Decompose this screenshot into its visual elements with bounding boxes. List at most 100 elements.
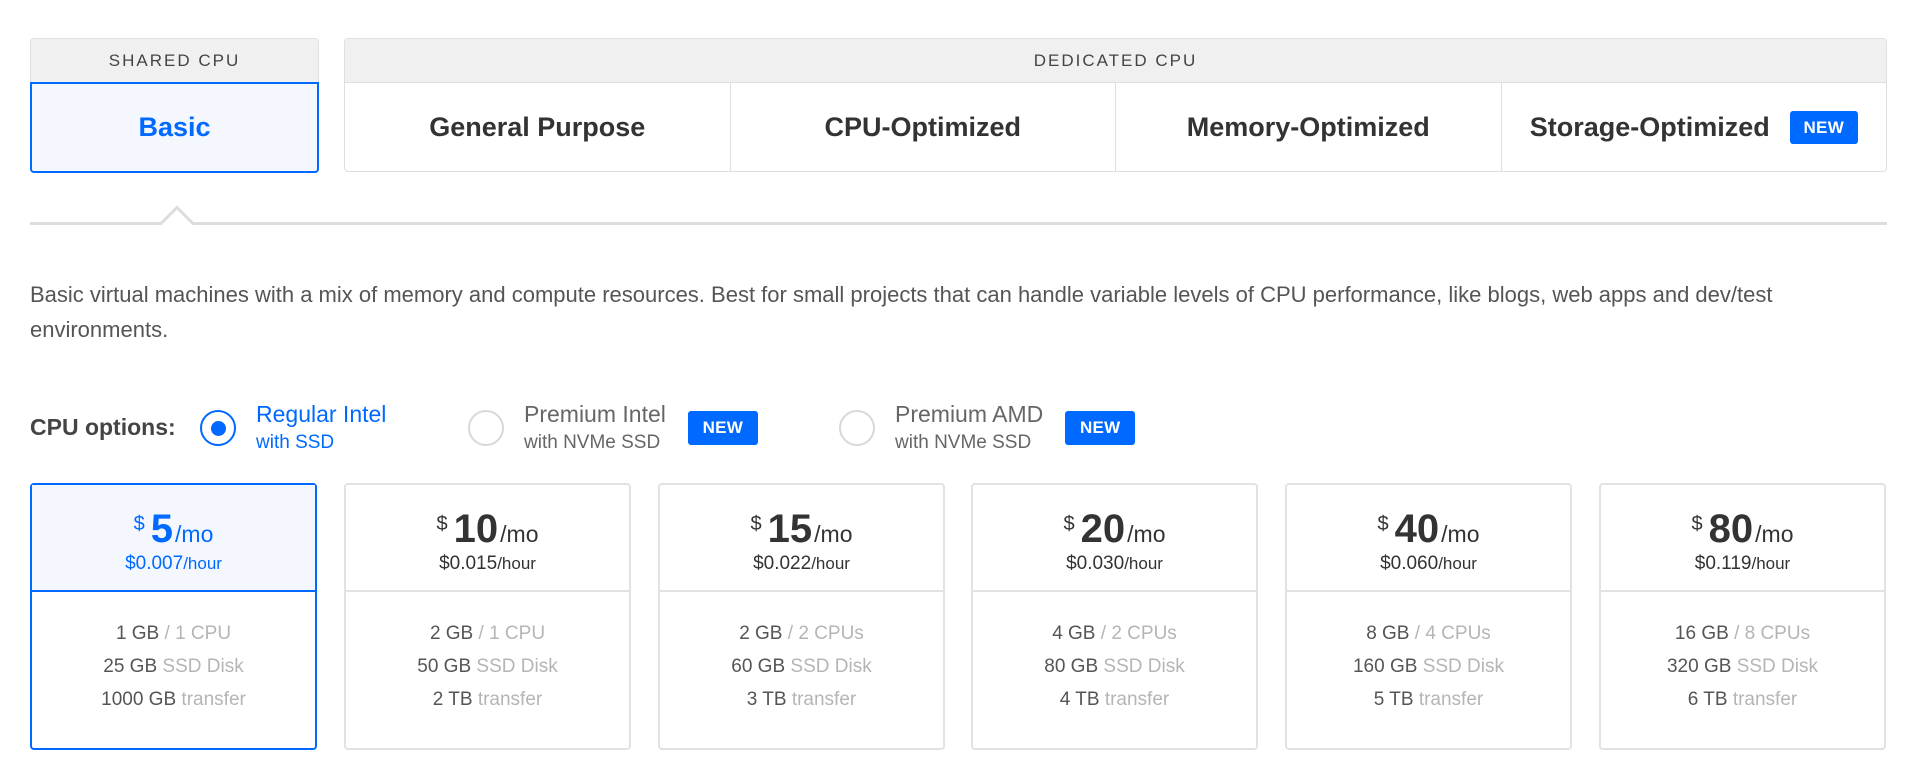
spec-memory-cpu: 4 GB / 2 CPUs [973,617,1256,650]
monthly-price-unit: /mo [1755,521,1794,547]
spec-transfer-label: transfer [181,689,246,710]
monthly-price: $ 10 /mo [346,509,629,549]
cpu-option-title: Premium Intel [524,401,666,427]
monthly-price-value: 20 [1080,507,1126,551]
spec-cpu: / 2 CPUs [1100,623,1177,644]
cpu-option-subtitle: with NVMe SSD [895,432,1032,453]
tab-storage-optimized[interactable]: Storage-Optimized NEW [1502,83,1887,172]
spec-disk: 160 GB [1352,656,1418,677]
spec-disk-label: SSD Disk [162,656,244,677]
spec-disk-row: 60 GB SSD Disk [660,650,943,683]
spec-transfer-row: 5 TB transfer [1287,683,1570,716]
currency-symbol: $ [1063,513,1075,535]
spec-cpu: / 8 CPUs [1734,623,1811,644]
hourly-price: $0.022/hour [660,553,943,575]
hourly-price-value: $0.060 [1380,553,1439,574]
dedicated-cpu-header: DEDICATED CPU [345,39,1886,83]
hourly-price-value: $0.022 [753,553,812,574]
spec-disk-row: 320 GB SSD Disk [1601,650,1884,683]
plan-card-specs: 1 GB / 1 CPU 25 GB SSD Disk 1000 GB tran… [32,592,315,716]
spec-cpu: / 1 CPU [164,623,232,644]
hourly-price-value: $0.007 [125,553,184,574]
plan-card-specs: 4 GB / 2 CPUs 80 GB SSD Disk 4 TB transf… [973,592,1256,716]
radio-unchecked-icon[interactable] [468,410,504,446]
monthly-price: $ 15 /mo [660,509,943,549]
plan-card-80[interactable]: $ 80 /mo $0.119/hour 16 GB / 8 CPUs 320 … [1599,483,1886,750]
tab-cpu-optimized[interactable]: CPU-Optimized [731,83,1116,172]
spec-cpu: / 4 CPUs [1414,623,1491,644]
spec-disk-label: SSD Disk [1736,656,1818,677]
hourly-price-unit: /hour [1124,554,1163,573]
cpu-option-premium-intel[interactable]: Premium Intel with NVMe SSD NEW [468,398,758,458]
plan-card-header: $ 15 /mo $0.022/hour [660,485,943,592]
monthly-price-unit: /mo [175,521,214,547]
monthly-price-unit: /mo [814,521,853,547]
spec-transfer-row: 4 TB transfer [973,683,1256,716]
tab-memory-optimized[interactable]: Memory-Optimized [1116,83,1502,172]
spec-disk-label: SSD Disk [790,656,872,677]
cpu-option-text: Regular Intel with SSD [256,399,386,457]
plan-card-10[interactable]: $ 10 /mo $0.015/hour 2 GB / 1 CPU 50 GB … [344,483,631,750]
radio-unchecked-icon[interactable] [839,410,875,446]
currency-symbol: $ [133,513,145,535]
dedicated-cpu-group: DEDICATED CPU General Purpose CPU-Optimi… [344,38,1887,172]
monthly-price-value: 80 [1708,507,1754,551]
hourly-price: $0.030/hour [973,553,1256,575]
spec-transfer-label: transfer [1732,689,1798,710]
spec-memory-cpu: 2 GB / 2 CPUs [660,617,943,650]
monthly-price-value: 10 [453,507,499,551]
spec-disk-label: SSD Disk [476,656,558,677]
monthly-price-unit: /mo [500,521,539,547]
plan-description: Basic virtual machines with a mix of mem… [30,282,1773,342]
divider-pointer [30,205,1887,225]
plan-card-specs: 16 GB / 8 CPUs 320 GB SSD Disk 6 TB tran… [1601,592,1884,716]
hourly-price-unit: /hour [1438,554,1477,573]
spec-disk-label: SSD Disk [1103,656,1185,677]
hourly-price: $0.007/hour [32,553,315,575]
plan-card-specs: 2 GB / 2 CPUs 60 GB SSD Disk 3 TB transf… [660,592,943,716]
cpu-option-subtitle: with SSD [256,432,335,453]
currency-symbol: $ [436,513,448,535]
tab-general-purpose[interactable]: General Purpose [345,83,731,172]
plan-card-20[interactable]: $ 20 /mo $0.030/hour 4 GB / 2 CPUs 80 GB… [971,483,1258,750]
spec-transfer: 3 TB [746,689,787,710]
cpu-option-text: Premium Intel with NVMe SSD [524,399,666,457]
spec-cpu: / 1 CPU [478,623,546,644]
tab-basic-label: Basic [138,112,211,142]
tab-basic[interactable]: Basic [30,82,319,173]
spec-transfer-label: transfer [477,689,543,710]
monthly-price-unit: /mo [1127,521,1166,547]
monthly-price-unit: /mo [1441,521,1480,547]
hourly-price: $0.060/hour [1287,553,1570,575]
plan-card-5[interactable]: $ 5 /mo $0.007/hour 1 GB / 1 CPU 25 GB S… [30,483,317,750]
tab-memory-optimized-label: Memory-Optimized [1186,112,1430,142]
hourly-price-unit: /hour [497,554,536,573]
cpu-option-title: Regular Intel [256,401,387,427]
tab-general-purpose-label: General Purpose [429,112,646,142]
monthly-price-value: 15 [767,507,813,551]
radio-checked-icon[interactable] [200,410,236,446]
cpu-option-title: Premium AMD [895,401,1044,427]
section-divider [30,205,1887,225]
spec-memory: 2 GB [739,623,783,644]
spec-transfer: 4 TB [1059,689,1100,710]
spec-disk: 60 GB [731,656,786,677]
plan-card-15[interactable]: $ 15 /mo $0.022/hour 2 GB / 2 CPUs 60 GB… [658,483,945,750]
hourly-price-unit: /hour [183,554,222,573]
tab-storage-optimized-label: Storage-Optimized [1529,112,1770,142]
radio-dot [210,420,226,436]
plan-card-40[interactable]: $ 40 /mo $0.060/hour 8 GB / 4 CPUs 160 G… [1285,483,1572,750]
spec-memory-cpu: 1 GB / 1 CPU [32,617,315,650]
cpu-option-subtitle: with NVMe SSD [524,432,661,453]
currency-symbol: $ [1377,513,1389,535]
dedicated-cpu-tabs: General Purpose CPU-Optimized Memory-Opt… [345,83,1886,172]
cpu-option-regular-intel[interactable]: Regular Intel with SSD [200,398,386,458]
cpu-option-premium-amd[interactable]: Premium AMD with NVMe SSD NEW [839,398,1136,458]
plan-card-header: $ 80 /mo $0.119/hour [1601,485,1884,592]
cpu-option-text: Premium AMD with NVMe SSD [895,399,1043,457]
hourly-price-value: $0.015 [439,553,498,574]
spec-transfer-row: 6 TB transfer [1601,683,1884,716]
spec-cpu: / 2 CPUs [787,623,864,644]
spec-disk-row: 160 GB SSD Disk [1287,650,1570,683]
monthly-price: $ 20 /mo [973,509,1256,549]
